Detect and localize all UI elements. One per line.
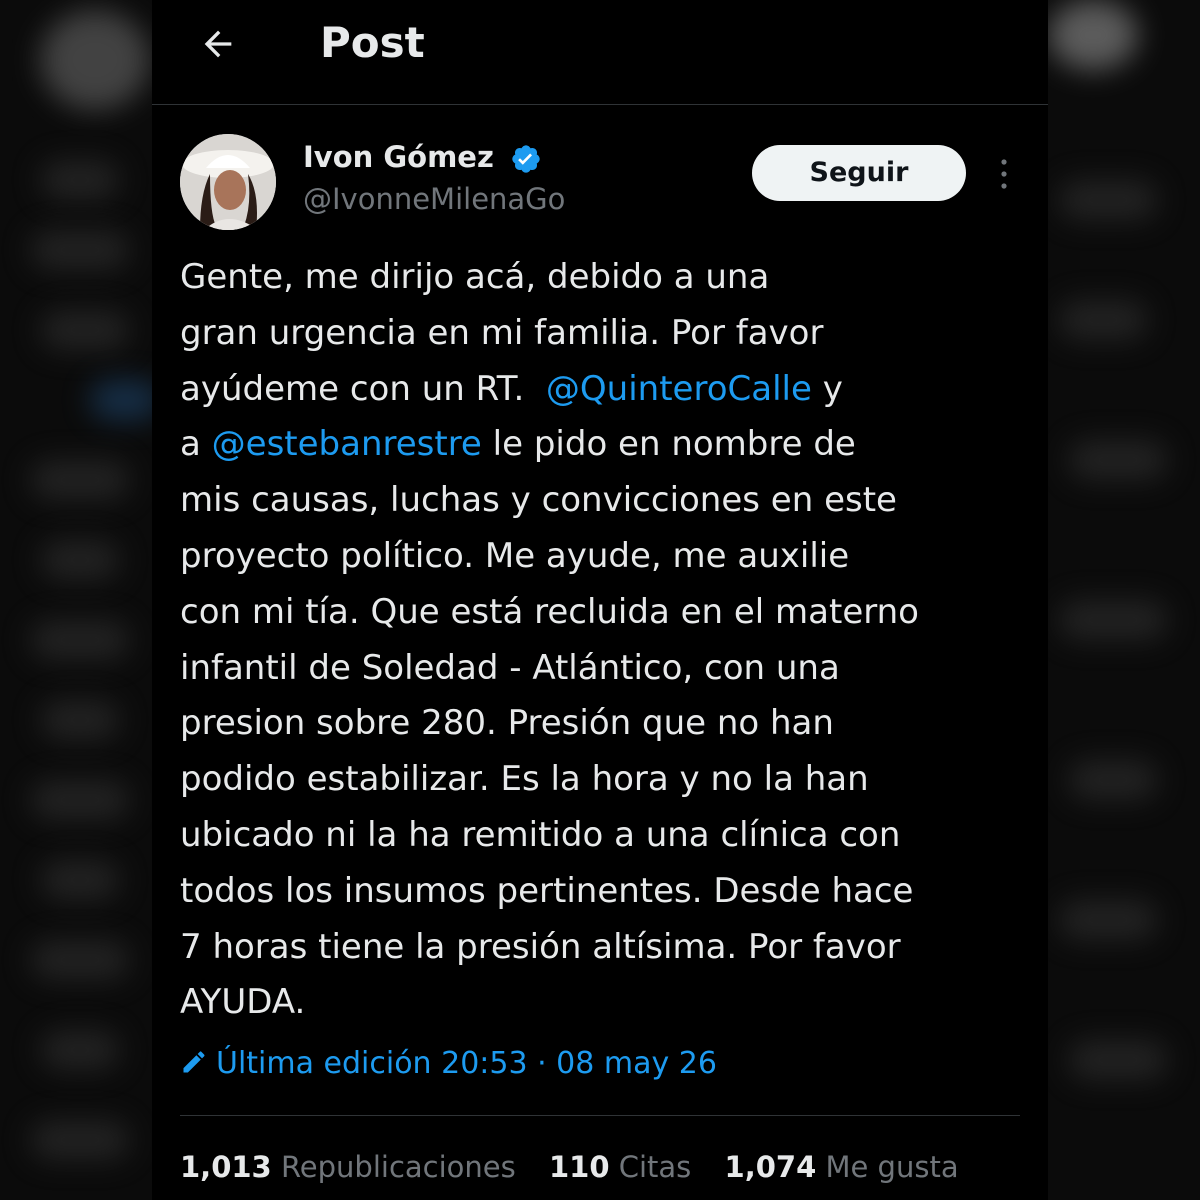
post-line: gran urgencia en mi familia. Por favor bbox=[180, 312, 824, 353]
reposts-count: 1,013 bbox=[180, 1150, 272, 1184]
divider bbox=[180, 1115, 1020, 1116]
left-blurred-backdrop bbox=[0, 0, 152, 1200]
post-line: todos los insumos pertinentes. Desde hac… bbox=[180, 870, 914, 911]
post-text: a bbox=[180, 424, 212, 465]
arrow-left-icon[interactable] bbox=[198, 24, 238, 64]
author-name[interactable]: Ivon Gómez bbox=[303, 140, 494, 174]
post-panel: Post Ivon Gómez @IvonneMilenaGo Seguir G… bbox=[152, 0, 1048, 1200]
quotes-count: 110 bbox=[548, 1150, 610, 1184]
avatar[interactable] bbox=[180, 134, 276, 230]
reposts-stat[interactable]: 1,013 Republicaciones bbox=[180, 1150, 516, 1184]
post-text: ayúdeme con un RT. bbox=[180, 368, 546, 409]
likes-count: 1,074 bbox=[724, 1150, 817, 1184]
pencil-icon bbox=[183, 1051, 205, 1073]
post-line: AYUDA. bbox=[180, 982, 306, 1023]
reposts-label: Republicaciones bbox=[280, 1150, 516, 1184]
post-line: mis causas, luchas y convicciones en est… bbox=[180, 480, 897, 521]
post-line: podido estabilizar. Es la hora y no la h… bbox=[180, 759, 869, 800]
more-vertical-icon[interactable] bbox=[994, 154, 1014, 194]
verified-badge-icon bbox=[512, 145, 540, 173]
post-line: con mi tía. Que está recluida en el mate… bbox=[180, 591, 919, 632]
post-line: proyecto político. Me ayude, me auxilie bbox=[180, 535, 850, 576]
mention-link[interactable]: @QuinteroCalle bbox=[546, 369, 812, 409]
mention-link[interactable]: @estebanrestre bbox=[212, 424, 482, 464]
page-title: Post bbox=[320, 18, 425, 67]
author-handle[interactable]: @IvonneMilenaGo bbox=[303, 182, 565, 216]
post-text: y bbox=[811, 368, 843, 409]
engagement-stats: 1,013 Republicaciones 110 Citas 1,074 Me… bbox=[180, 1150, 983, 1184]
post-body: Gente, me dirijo acá, debido a una gran … bbox=[180, 250, 1030, 1031]
right-blurred-backdrop bbox=[1048, 0, 1200, 1200]
post-line: ubicado ni la ha remitido a una clínica … bbox=[180, 814, 901, 855]
post-line: presion sobre 280. Presión que no han bbox=[180, 703, 834, 744]
quotes-label: Citas bbox=[618, 1150, 692, 1184]
likes-label: Me gusta bbox=[825, 1150, 959, 1184]
post-line: 7 horas tiene la presión altísima. Por f… bbox=[180, 926, 901, 967]
follow-button[interactable]: Seguir bbox=[752, 145, 966, 201]
avatar-photo bbox=[180, 134, 276, 230]
post-text: le pido en nombre de bbox=[481, 424, 856, 465]
post-line: ayúdeme con un RT. @QuinteroCalle y bbox=[180, 362, 1030, 418]
top-bar: Post bbox=[152, 0, 1048, 105]
post-line: infantil de Soledad - Atlántico, con una bbox=[180, 647, 840, 688]
edit-history-link[interactable]: Última edición 20:53 · 08 may 26 bbox=[180, 1046, 717, 1090]
edit-info-text: Última edición 20:53 · 08 may 26 bbox=[216, 1046, 717, 1081]
post-line: Gente, me dirijo acá, debido a una bbox=[180, 257, 770, 297]
quotes-stat[interactable]: 110 Citas bbox=[549, 1150, 691, 1184]
post-line: a @estebanrestre le pido en nombre de bbox=[180, 417, 1030, 473]
likes-stat[interactable]: 1,074 Me gusta bbox=[725, 1150, 959, 1184]
